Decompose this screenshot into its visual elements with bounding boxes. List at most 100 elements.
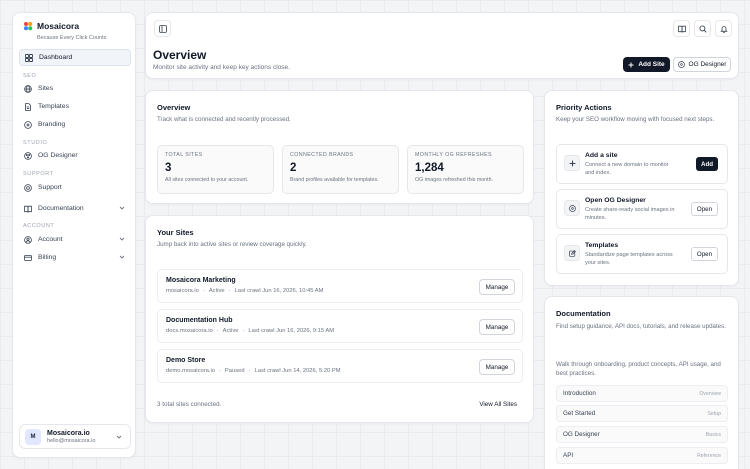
palette-icon [24, 120, 32, 129]
sidebar-item-label: Account [38, 236, 63, 243]
site-last-crawl: Last crawl Jun 16, 2026, 9:15 AM [248, 328, 335, 334]
sites-card: Your Sites Jump back into active sites o… [145, 215, 534, 423]
stat-value: 1,284 [415, 162, 444, 174]
sidebar-item-sites[interactable]: Sites [19, 80, 131, 97]
avatar: M [25, 428, 41, 445]
user-name: Mosaicora.io [47, 429, 90, 437]
book-icon [677, 25, 686, 32]
stat-connected-brands: CONNECTED BRANDS 2 Brand profiles availa… [282, 145, 399, 194]
action-desc: Create share-ready social images in minu… [585, 207, 675, 221]
action-desc: Connect a new domain to monitor and inde… [585, 162, 669, 176]
brand-tagline: Because Every Click Counts [37, 35, 107, 41]
chevron-down-icon [119, 255, 125, 259]
overview-subtitle: Track what is connected and recently pro… [157, 116, 291, 123]
page-title: Overview [153, 48, 207, 62]
search-button[interactable] [694, 20, 711, 37]
site-row: Mosaicora Marketing mosaicora.io · Active ·… [157, 269, 523, 303]
view-all-sites-link[interactable]: View All Sites [479, 401, 517, 408]
credit-card-icon [24, 254, 32, 261]
sidebar-item-account[interactable]: Account [19, 231, 131, 248]
overview-card: Overview Track what is connected and rec… [145, 90, 534, 204]
sidebar-item-branding[interactable]: Branding [19, 116, 131, 133]
brand[interactable]: Mosaicora Because Every Click Counts [23, 21, 106, 41]
sites-title: Your Sites [157, 228, 194, 237]
user-icon [24, 235, 32, 244]
site-domain: docs.mosaicora.io [166, 328, 213, 334]
chevron-down-icon [119, 206, 125, 210]
doc-link-api[interactable]: API Reference [556, 447, 728, 464]
stat-desc: Brand profiles available for templates. [290, 177, 379, 183]
sidebar-item-label: Templates [38, 103, 69, 110]
sidebar-item-dashboard[interactable]: Dashboard [19, 49, 131, 66]
sidebar-item-billing[interactable]: Billing [19, 249, 131, 266]
docs-subtitle: Find setup guidance, API docs, tutorials… [556, 323, 726, 330]
sidebar: Mosaicora Because Every Click Counts Das… [12, 12, 136, 458]
doc-link-og-designer[interactable]: OG Designer Basics [556, 426, 728, 443]
doc-name: Get Started [563, 410, 596, 417]
doc-name: API [563, 452, 574, 459]
section-label-seo: SEO [23, 73, 37, 79]
site-domain: demo.mosaicora.io [166, 368, 215, 374]
site-status: Active [208, 288, 225, 294]
doc-name: OG Designer [563, 431, 600, 438]
sidebar-toggle-icon [158, 24, 167, 33]
stat-total-sites: TOTAL SITES 3 All sites connected to you… [157, 145, 274, 194]
site-last-crawl: Last crawl Jun 14, 2026, 5:20 PM [254, 368, 341, 374]
sidebar-item-templates[interactable]: Templates [19, 98, 131, 115]
palette-icon [677, 61, 685, 68]
sidebar-item-label: Dashboard [39, 54, 73, 61]
notifications-button[interactable] [715, 20, 732, 37]
site-name: Mosaicora Marketing [166, 277, 236, 284]
doc-link-introduction[interactable]: Introduction Overview [556, 385, 728, 402]
sites-subtitle: Jump back into active sites or review co… [157, 241, 307, 248]
globe-icon [24, 84, 32, 93]
add-button[interactable]: Add [696, 157, 718, 171]
sidebar-item-support[interactable]: Support [19, 179, 131, 196]
page-header: Overview Monitor site activity and keep … [145, 12, 739, 79]
add-site-button[interactable]: Add Site [623, 57, 670, 72]
sidebar-item-label: Support [38, 184, 62, 191]
site-meta: demo.mosaicora.io · Paused · Last crawl Jun … [166, 368, 341, 374]
add-site-label: Add Site [638, 61, 665, 68]
doc-tag: Setup [707, 410, 721, 417]
plus-icon [564, 155, 580, 171]
stat-label: MONTHLY OG REFRESHES [415, 152, 492, 158]
sidebar-toggle-button[interactable] [154, 20, 171, 37]
doc-link-get-started[interactable]: Get Started Setup [556, 405, 728, 422]
open-og-designer-button[interactable]: Open [691, 202, 718, 216]
user-menu[interactable]: M Mosaicora.io hello@mosaicora.io [19, 424, 131, 449]
sidebar-item-label: Sites [38, 85, 54, 92]
site-last-crawl: Last crawl Jun 16, 2026, 10:45 AM [234, 288, 324, 294]
chevron-down-icon [119, 237, 125, 241]
documentation-card: Documentation Find setup guidance, API d… [544, 296, 739, 469]
og-designer-button[interactable]: OG Designer [673, 57, 731, 72]
manage-button[interactable]: Manage [479, 359, 515, 375]
site-name: Demo Store [166, 357, 206, 364]
open-templates-button[interactable]: Open [691, 247, 718, 261]
doc-name: Introduction [563, 390, 596, 397]
docs-intro: Walk through onboarding, product concept… [556, 361, 721, 377]
site-status: Active [222, 328, 239, 334]
book-icon [24, 205, 32, 212]
bell-icon [719, 25, 728, 33]
stat-monthly-og-refreshes: MONTHLY OG REFRESHES 1,284 OG images ref… [407, 145, 524, 194]
brand-name: Mosaicora [37, 21, 80, 31]
action-title: Add a site [585, 152, 618, 159]
edit-icon [564, 245, 580, 261]
docs-button[interactable] [673, 20, 690, 37]
manage-button[interactable]: Manage [479, 319, 515, 335]
sidebar-item-og-designer[interactable]: OG Designer [19, 147, 131, 164]
action-title: Templates [585, 242, 619, 249]
site-row: Demo Store demo.mosaicora.io · Paused · Last… [157, 349, 523, 383]
sidebar-item-documentation[interactable]: Documentation [19, 200, 131, 217]
sidebar-item-label: Branding [38, 121, 66, 128]
stat-value: 3 [165, 162, 172, 174]
sidebar-item-label: OG Designer [38, 152, 78, 159]
action-add-site: Add a site Connect a new domain to monit… [556, 144, 728, 184]
section-label-studio: STUDIO [23, 140, 48, 146]
manage-button[interactable]: Manage [479, 279, 515, 295]
sites-count: 3 total sites connected. [157, 401, 222, 408]
action-title: Open OG Designer [585, 197, 646, 204]
palette-icon [564, 200, 580, 216]
action-open-og-designer: Open OG Designer Create share-ready soci… [556, 189, 728, 229]
